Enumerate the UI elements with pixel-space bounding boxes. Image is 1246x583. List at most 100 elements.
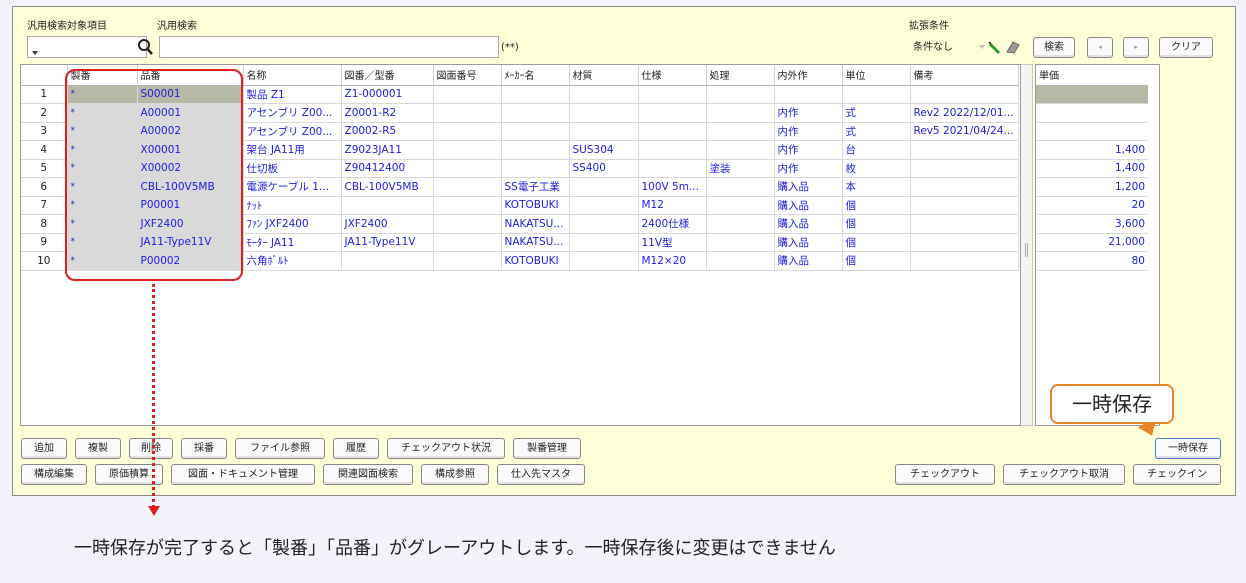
table-cell[interactable] xyxy=(501,140,570,160)
table-cell[interactable]: 購入品 xyxy=(774,196,843,215)
table-row[interactable] xyxy=(1036,103,1148,123)
table-cell[interactable]: SS電子工業 xyxy=(501,177,570,197)
table-cell[interactable]: SS400 xyxy=(569,159,639,178)
table-cell[interactable]: JA11-Type11V xyxy=(341,233,434,252)
table-cell[interactable]: 塗装 xyxy=(706,159,775,178)
table-cell[interactable] xyxy=(842,85,911,104)
numbering-button[interactable]: 採番 xyxy=(181,438,227,459)
price-cell[interactable]: 1,400 xyxy=(1036,159,1148,178)
price-cell[interactable] xyxy=(1036,103,1148,123)
column-header[interactable] xyxy=(21,65,68,86)
table-cell[interactable] xyxy=(910,251,1019,271)
table-cell[interactable]: アセンブリ Z00... xyxy=(243,103,342,123)
table-cell[interactable]: 式 xyxy=(842,103,911,123)
table-cell[interactable] xyxy=(433,251,502,271)
table-cell[interactable] xyxy=(501,103,570,123)
table-cell[interactable]: ﾌｧﾝ JXF2400 xyxy=(243,214,342,234)
related-drawing-search-button[interactable]: 関連図面検索 xyxy=(323,464,413,485)
table-cell[interactable]: Z9023JA11 xyxy=(341,140,434,160)
table-cell[interactable] xyxy=(638,103,707,123)
table-cell[interactable] xyxy=(569,103,639,123)
column-header[interactable]: 単位 xyxy=(842,65,911,86)
table-row[interactable]: 20 xyxy=(1036,196,1148,215)
table-cell[interactable]: 架台 JA11用 xyxy=(243,140,342,160)
table-cell[interactable] xyxy=(706,177,775,197)
table-cell[interactable] xyxy=(433,140,502,160)
table-cell[interactable]: 内作 xyxy=(774,159,843,178)
table-cell[interactable] xyxy=(706,196,775,215)
file-reference-button[interactable]: ファイル参照 xyxy=(235,438,325,459)
table-cell[interactable]: 2400仕様 xyxy=(638,214,707,234)
table-cell[interactable]: 六角ﾎﾞﾙﾄ xyxy=(243,251,342,271)
table-cell[interactable] xyxy=(910,159,1019,178)
drawing-document-button[interactable]: 図面・ドキュメント管理 xyxy=(171,464,315,485)
table-cell[interactable] xyxy=(706,251,775,271)
table-cell[interactable] xyxy=(638,85,707,104)
table-cell[interactable]: 式 xyxy=(842,122,911,141)
add-button[interactable]: 追加 xyxy=(21,438,67,459)
table-cell[interactable]: 台 xyxy=(842,140,911,160)
price-cell[interactable]: 3,600 xyxy=(1036,214,1148,234)
table-cell[interactable] xyxy=(638,122,707,141)
table-cell[interactable]: 100V 5m... xyxy=(638,177,707,197)
pencil-icon[interactable] xyxy=(987,39,1003,55)
structure-reference-button[interactable]: 構成参照 xyxy=(421,464,489,485)
search-input[interactable] xyxy=(159,36,499,58)
table-cell[interactable] xyxy=(706,85,775,104)
table-cell[interactable] xyxy=(910,214,1019,234)
clear-button[interactable]: クリア xyxy=(1159,37,1213,58)
delete-button[interactable]: 削除 xyxy=(129,438,173,459)
table-cell[interactable] xyxy=(910,140,1019,160)
table-cell[interactable]: Z0002-R5 xyxy=(341,122,434,141)
table-cell[interactable]: JXF2400 xyxy=(341,214,434,234)
table-cell[interactable] xyxy=(706,122,775,141)
table-cell[interactable] xyxy=(501,85,570,104)
column-header[interactable]: 備考 xyxy=(910,65,1019,86)
table-cell[interactable] xyxy=(569,122,639,141)
table-cell[interactable] xyxy=(774,85,843,104)
table-cell[interactable] xyxy=(433,233,502,252)
table-cell[interactable] xyxy=(433,159,502,178)
table-cell[interactable]: Rev5 2021/04/24... xyxy=(910,122,1019,141)
price-cell[interactable] xyxy=(1036,122,1148,141)
column-header[interactable]: 図番／型番 xyxy=(341,65,434,86)
column-header[interactable]: 内外作 xyxy=(774,65,843,86)
column-header[interactable]: 処理 xyxy=(706,65,775,86)
table-cell[interactable]: KOTOBUKI xyxy=(501,196,570,215)
table-cell[interactable] xyxy=(501,122,570,141)
table-cell[interactable]: 内作 xyxy=(774,122,843,141)
table-cell[interactable] xyxy=(341,251,434,271)
table-cell[interactable] xyxy=(341,196,434,215)
condition-select[interactable]: 条件なし xyxy=(909,38,989,58)
table-cell[interactable] xyxy=(433,103,502,123)
table-row[interactable] xyxy=(1036,122,1148,141)
table-cell[interactable]: Z1-000001 xyxy=(341,85,434,104)
table-cell[interactable]: ﾅｯﾄ xyxy=(243,196,342,215)
table-row[interactable]: 21,000 xyxy=(1036,233,1148,252)
table-cell[interactable] xyxy=(706,103,775,123)
table-cell[interactable]: ﾓｰﾀｰ JA11 xyxy=(243,233,342,252)
table-cell[interactable] xyxy=(569,196,639,215)
checkout-button[interactable]: チェックアウト xyxy=(895,464,995,485)
table-cell[interactable]: Z90412400 xyxy=(341,159,434,178)
search-button[interactable]: 検索 xyxy=(1033,37,1075,58)
table-cell[interactable] xyxy=(706,140,775,160)
table-row[interactable]: 1,400 xyxy=(1036,159,1148,178)
table-cell[interactable]: 個 xyxy=(842,196,911,215)
table-cell[interactable]: 購入品 xyxy=(774,177,843,197)
table-cell[interactable] xyxy=(910,233,1019,252)
table-cell[interactable]: M12 xyxy=(638,196,707,215)
table-cell[interactable] xyxy=(433,85,502,104)
history-button[interactable]: 履歴 xyxy=(333,438,379,459)
table-cell[interactable] xyxy=(569,251,639,271)
table-cell[interactable] xyxy=(433,177,502,197)
table-cell[interactable]: NAKATSU... xyxy=(501,214,570,234)
table-cell[interactable]: Z0001-R2 xyxy=(341,103,434,123)
table-cell[interactable]: 個 xyxy=(842,251,911,271)
price-cell[interactable]: 80 xyxy=(1036,251,1148,271)
table-cell[interactable] xyxy=(910,177,1019,197)
table-cell[interactable] xyxy=(706,233,775,252)
table-cell[interactable] xyxy=(638,140,707,160)
prev-page-button[interactable]: ◂ xyxy=(1087,37,1113,58)
table-cell[interactable]: 枚 xyxy=(842,159,911,178)
